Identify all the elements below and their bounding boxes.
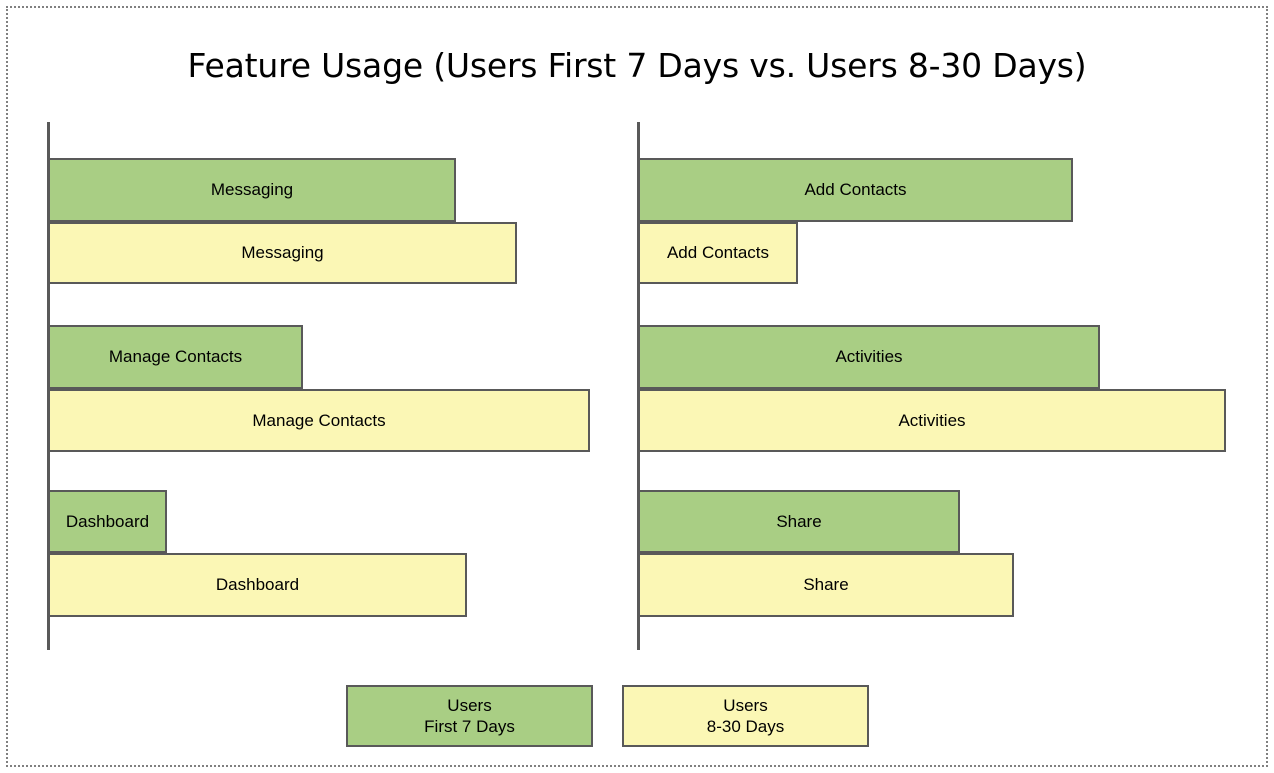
bar-label: Dashboard [215, 575, 300, 594]
legend-item-first-7-days[interactable]: Users First 7 Days [346, 685, 593, 747]
legend-item-8-30-days[interactable]: Users 8-30 Days [622, 685, 869, 747]
slide-canvas: Feature Usage (Users First 7 Days vs. Us… [0, 0, 1274, 773]
bar-manage-contacts-8-30-days[interactable]: Manage Contacts [48, 389, 590, 452]
bar-label: Dashboard [65, 511, 150, 531]
bar-dashboard-8-30-days[interactable]: Dashboard [48, 553, 467, 617]
left-chart-panel: Messaging Messaging Manage Contacts Mana… [0, 0, 640, 773]
bar-label: Manage Contacts [108, 347, 243, 366]
bar-label: Messaging [210, 180, 294, 199]
bar-label: Manage Contacts [252, 410, 386, 430]
bar-label: Add Contacts [804, 180, 907, 199]
bar-label: Add Contacts [666, 243, 770, 262]
right-chart-panel: Add Contacts Add Contacts Activities Act… [590, 0, 1230, 773]
legend-label-line2: 8-30 Days [706, 717, 785, 736]
bar-label: Messaging [241, 243, 324, 262]
bar-share-8-30-days[interactable]: Share [638, 553, 1014, 617]
bar-messaging-first-7-days[interactable]: Messaging [48, 158, 456, 222]
bar-label: Share [803, 575, 849, 594]
bar-activities-first-7-days[interactable]: Activities [638, 325, 1100, 389]
bar-label: Share [776, 511, 822, 531]
bar-label: Activities [898, 410, 966, 430]
legend-label-line1: Users [723, 695, 768, 715]
bar-messaging-8-30-days[interactable]: Messaging [48, 222, 517, 284]
legend-label-line1: Users [447, 695, 492, 715]
bar-label: Activities [835, 347, 903, 366]
bar-dashboard-first-7-days[interactable]: Dashboard [48, 490, 167, 553]
bar-manage-contacts-first-7-days[interactable]: Manage Contacts [48, 325, 303, 389]
chart-legend: Users First 7 Days Users 8-30 Days [0, 685, 1274, 749]
bar-add-contacts-8-30-days[interactable]: Add Contacts [638, 222, 798, 284]
bar-share-first-7-days[interactable]: Share [638, 490, 960, 553]
bar-add-contacts-first-7-days[interactable]: Add Contacts [638, 158, 1073, 222]
bar-activities-8-30-days[interactable]: Activities [638, 389, 1226, 452]
legend-label-line2: First 7 Days [424, 717, 515, 736]
